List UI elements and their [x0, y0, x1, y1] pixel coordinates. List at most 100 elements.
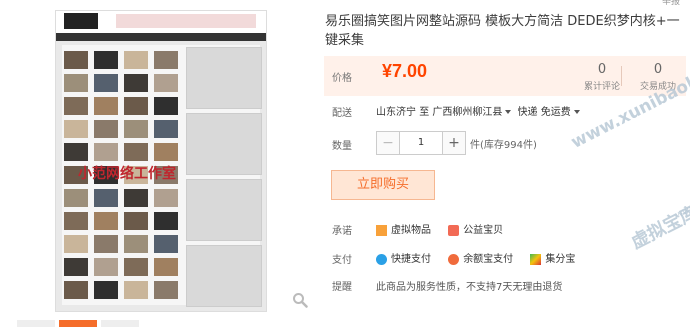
price-panel: 价格 ¥7.00 0 累计评论 0 交易成功	[324, 56, 686, 96]
stat-divider	[621, 66, 622, 86]
payment-label: 支付	[332, 255, 352, 266]
preview-photo-tile	[64, 235, 88, 253]
site-name-watermark: 虚拟宝库网	[627, 193, 690, 254]
preview-photo-tile	[124, 189, 148, 207]
sales-count: 0	[653, 62, 663, 77]
delivery-info: 山东济宁 至 广西柳州柳江县 快递 免运费	[376, 103, 583, 118]
preview-photo-tile	[154, 189, 178, 207]
preview-photo-tile	[154, 74, 178, 92]
delivery-destination-select[interactable]: 广西柳州柳江县	[432, 107, 514, 118]
delivery-method-select[interactable]: 快递 免运费	[518, 107, 583, 118]
preview-sidebox	[186, 245, 262, 307]
preview-banner	[116, 14, 256, 28]
product-gallery: 小范网络工作室	[0, 0, 318, 327]
payment-item-jifenbao[interactable]: 集分宝	[530, 250, 575, 265]
preview-photo-tile	[64, 143, 88, 161]
preview-site-header	[56, 11, 266, 33]
preview-photo-tile	[94, 51, 118, 69]
studio-watermark: 小范网络工作室	[78, 166, 176, 182]
jifenbao-icon	[530, 253, 542, 265]
charity-heart-icon	[448, 224, 460, 236]
quickpay-icon	[376, 253, 387, 265]
quantity-increase-button[interactable]: +	[442, 131, 466, 155]
preview-photo-tile	[124, 281, 148, 299]
product-main-image[interactable]	[55, 10, 267, 312]
preview-photo-tile	[154, 235, 178, 253]
quantity-label: 数量	[332, 141, 352, 152]
chevron-down-icon	[573, 109, 580, 114]
quantity-input[interactable]: 1	[400, 131, 442, 155]
preview-photo-tile	[124, 235, 148, 253]
thumbnail-strip	[0, 320, 318, 327]
preview-photo-tile	[124, 143, 148, 161]
promise-list: 虚拟物品 公益宝贝	[376, 221, 517, 236]
preview-photo-tile	[64, 212, 88, 230]
yuebao-icon	[448, 253, 460, 265]
preview-photo-tile	[94, 143, 118, 161]
preview-logo	[64, 13, 98, 29]
delivery-from: 山东济宁	[376, 107, 416, 118]
chevron-down-icon	[505, 109, 512, 114]
promise-item-charity[interactable]: 公益宝贝	[448, 221, 503, 236]
preview-photo-tile	[64, 74, 88, 92]
review-count-stat[interactable]: 0 累计评论	[584, 62, 620, 92]
preview-photo-tile	[154, 120, 178, 138]
delivery-destination: 广西柳州柳江县	[432, 107, 503, 118]
preview-photo-tile	[154, 97, 178, 115]
notice-text: 此商品为服务性质，不支持7天无理由退货	[376, 282, 563, 293]
promise-item-virtual[interactable]: 虚拟物品	[376, 221, 431, 236]
payment-yuebao-label: 余额宝支付	[463, 254, 514, 265]
preview-photo-tile	[94, 235, 118, 253]
preview-photo-tile	[124, 120, 148, 138]
payment-item-yuebao[interactable]: 余额宝支付	[448, 250, 513, 265]
quantity-decrease-button[interactable]: −	[376, 131, 400, 155]
product-title: 易乐圈搞笑图片网整站源码 模板大方简洁 DEDE织梦内核+一键采集	[325, 14, 680, 48]
preview-photo-tile	[94, 74, 118, 92]
payment-quickpay-label: 快捷支付	[391, 254, 431, 265]
payment-item-quickpay[interactable]: 快捷支付	[376, 250, 431, 265]
stock-info: 件(库存994件)	[470, 140, 537, 151]
preview-photo-tile	[94, 281, 118, 299]
preview-photo-tile	[154, 281, 178, 299]
preview-photo-tile	[94, 258, 118, 276]
notice-label: 提醒	[332, 282, 352, 293]
product-info-panel: 举报 易乐圈搞笑图片网整站源码 模板大方简洁 DEDE织梦内核+一键采集 价格 …	[318, 0, 690, 327]
delivery-method: 快递 免运费	[517, 107, 571, 118]
price-label: 价格	[332, 73, 352, 84]
preview-sidebar	[186, 45, 262, 307]
preview-photo-tile	[124, 51, 148, 69]
preview-photo-tile	[64, 120, 88, 138]
magnifier-icon[interactable]	[292, 292, 308, 308]
thumbnail-active[interactable]	[59, 320, 97, 327]
preview-photo-tile	[94, 212, 118, 230]
report-link[interactable]: 举报	[662, 0, 680, 7]
delivery-to-word: 至	[419, 107, 430, 118]
preview-sidebox	[186, 179, 262, 241]
preview-photo-tile	[124, 258, 148, 276]
preview-photo-tile	[64, 51, 88, 69]
payment-jifenbao-label: 集分宝	[545, 254, 576, 265]
preview-photo-tile	[154, 258, 178, 276]
preview-photo-tile	[154, 51, 178, 69]
payment-list: 快捷支付 余额宝支付 集分宝	[376, 250, 589, 265]
virtual-goods-icon	[376, 224, 387, 236]
thumbnail[interactable]	[17, 320, 55, 327]
preview-photo-tile	[124, 212, 148, 230]
preview-nav-bar	[56, 33, 266, 41]
preview-sidebox	[186, 47, 262, 109]
preview-sidebox	[186, 113, 262, 175]
preview-photo-tile	[154, 212, 178, 230]
preview-photo-tile	[64, 281, 88, 299]
preview-photo-tile	[64, 189, 88, 207]
promise-label: 承诺	[332, 226, 352, 237]
buy-now-button[interactable]: 立即购买	[331, 170, 435, 200]
delivery-label: 配送	[332, 108, 352, 119]
preview-photo-tile	[94, 189, 118, 207]
thumbnail[interactable]	[101, 320, 139, 327]
review-count: 0	[597, 62, 607, 77]
preview-photo-tile	[124, 74, 148, 92]
review-count-label: 累计评论	[584, 82, 621, 92]
preview-photo-tile	[154, 143, 178, 161]
preview-photo-tile	[94, 97, 118, 115]
promise-charity-label: 公益宝贝	[463, 225, 504, 236]
